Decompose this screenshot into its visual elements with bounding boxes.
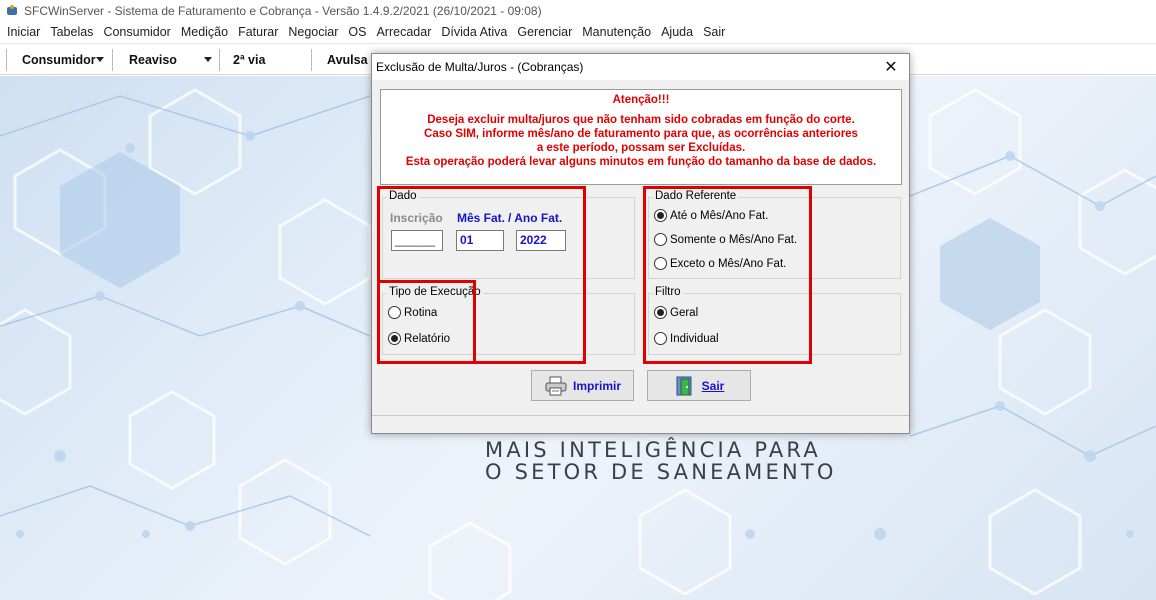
radio-label: Até o Mês/Ano Fat.	[670, 209, 769, 222]
toolbar-separator	[219, 49, 220, 71]
dialog-statusbar	[372, 415, 909, 433]
menu-manutencao[interactable]: Manutenção	[577, 25, 656, 39]
filtro-group: Filtro	[648, 286, 901, 355]
radio-button-selected[interactable]	[654, 209, 667, 222]
menu-ajuda[interactable]: Ajuda	[656, 25, 698, 39]
radio-button-selected[interactable]	[654, 306, 667, 319]
alert-title: Atenção!!!	[612, 94, 670, 106]
window-titlebar: SFCWinServer - Sistema de Faturamento e …	[0, 0, 1156, 22]
filtro-group-label: Filtro	[653, 286, 683, 298]
radio-individual[interactable]: Individual	[654, 332, 719, 345]
sair-label: Sair	[701, 378, 725, 393]
menu-arrecadar[interactable]: Arrecadar	[371, 25, 436, 39]
reaviso-toolbar-button[interactable]: Reaviso	[129, 49, 177, 71]
dado-group-label: Dado	[387, 190, 419, 202]
menu-negociar[interactable]: Negociar	[283, 25, 343, 39]
printer-icon	[545, 376, 567, 395]
app-icon	[6, 4, 19, 18]
radio-rotina[interactable]: Rotina	[388, 306, 437, 319]
radio-label: Relatório	[404, 332, 451, 345]
menu-faturar[interactable]: Faturar	[233, 25, 283, 39]
dado-referente-group-label: Dado Referente	[653, 190, 739, 202]
avulsa-toolbar-button[interactable]: Avulsa	[327, 49, 368, 71]
sair-button[interactable]: Sair	[647, 370, 751, 401]
radio-relatorio[interactable]: Relatório	[388, 332, 450, 345]
radio-somente-mes-ano[interactable]: Somente o Mês/Ano Fat.	[654, 233, 797, 246]
ano-fat-label: / Ano Fat.	[508, 211, 563, 225]
alert-message-box: Atenção!!! Deseja excluir multa/juros qu…	[380, 89, 902, 185]
inscricao-input[interactable]: ______	[391, 230, 443, 251]
menu-gerenciar[interactable]: Gerenciar	[512, 25, 577, 39]
radio-label: Individual	[670, 332, 719, 345]
alert-line: Deseja excluir multa/juros que não tenha…	[427, 114, 855, 126]
window-title: SFCWinServer - Sistema de Faturamento e …	[24, 4, 542, 18]
slogan-line-1: MAIS INTELIGÊNCIA PARA	[485, 438, 821, 462]
toolbar-separator	[112, 49, 113, 71]
imprimir-label: Imprimir	[572, 378, 621, 393]
consumidor-toolbar-button[interactable]: Consumidor	[22, 49, 96, 71]
alert-line: Caso SIM, informe mês/ano de faturamento…	[424, 128, 858, 140]
consumidor-dropdown-icon[interactable]	[96, 57, 104, 62]
tipo-execucao-group: Tipo de Execução	[382, 286, 635, 355]
tipo-execucao-group-label: Tipo de Execução	[387, 286, 483, 298]
radio-button-selected[interactable]	[388, 332, 401, 345]
radio-label: Rotina	[404, 306, 438, 319]
toolbar-separator	[311, 49, 312, 71]
inscricao-label: Inscrição	[390, 211, 443, 225]
alert-line: Esta operação poderá levar alguns minuto…	[405, 156, 877, 168]
radio-button[interactable]	[388, 306, 401, 319]
dialog-titlebar: Exclusão de Multa/Juros - (Cobranças)	[372, 54, 909, 80]
imprimir-button[interactable]: Imprimir	[531, 370, 634, 401]
radio-exceto-mes-ano[interactable]: Exceto o Mês/Ano Fat.	[654, 257, 786, 270]
exclusao-multa-juros-dialog: Exclusão de Multa/Juros - (Cobranças) ✕ …	[371, 53, 910, 434]
radio-button[interactable]	[654, 233, 667, 246]
radio-label: Exceto o Mês/Ano Fat.	[670, 257, 787, 270]
close-icon[interactable]: ✕	[873, 54, 909, 80]
mes-fat-label: Mês Fat.	[457, 211, 506, 225]
segunda-via-toolbar-button[interactable]: 2ª via	[233, 49, 265, 71]
menu-sair[interactable]: Sair	[698, 25, 730, 39]
menu-tabelas[interactable]: Tabelas	[45, 25, 98, 39]
radio-button[interactable]	[654, 257, 667, 270]
menu-bar: Iniciar Tabelas Consumidor Medição Fatur…	[0, 22, 1156, 42]
slogan-line-2: O SETOR DE SANEAMENTO	[485, 460, 837, 484]
dialog-title: Exclusão de Multa/Juros - (Cobranças)	[376, 60, 584, 74]
radio-geral[interactable]: Geral	[654, 306, 698, 319]
exit-door-icon	[676, 376, 692, 395]
reaviso-dropdown-icon[interactable]	[204, 57, 212, 62]
ano-fat-input[interactable]: 2022	[516, 230, 566, 251]
menu-consumidor[interactable]: Consumidor	[98, 25, 175, 39]
menu-divida-ativa[interactable]: Dívida Ativa	[436, 25, 512, 39]
mes-fat-input[interactable]: 01	[456, 230, 504, 251]
menu-medicao[interactable]: Medição	[176, 25, 233, 39]
radio-label: Geral	[670, 306, 699, 319]
radio-ate-mes-ano[interactable]: Até o Mês/Ano Fat.	[654, 209, 768, 222]
toolbar-separator	[6, 49, 7, 71]
radio-button[interactable]	[654, 332, 667, 345]
menu-os[interactable]: OS	[343, 25, 371, 39]
alert-line: a este período, possam ser Excluídas.	[536, 142, 746, 154]
menu-iniciar[interactable]: Iniciar	[2, 25, 45, 39]
radio-label: Somente o Mês/Ano Fat.	[670, 233, 798, 246]
